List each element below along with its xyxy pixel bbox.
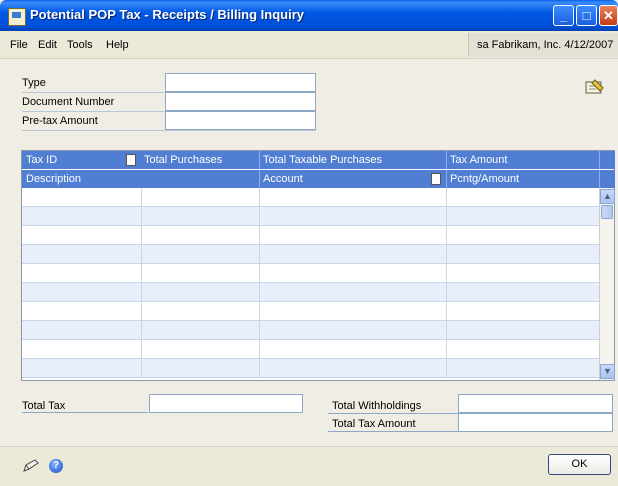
doc-icon[interactable] (431, 173, 441, 185)
pencil-icon[interactable] (22, 459, 40, 473)
total-tax-field[interactable] (149, 394, 303, 413)
column-divider (446, 170, 447, 188)
grid-header-row-2: Description Account Pcntg/Amount (22, 170, 599, 188)
cell-divider (141, 226, 142, 245)
cell-divider (259, 264, 260, 283)
table-row[interactable] (22, 302, 599, 321)
close-button[interactable]: ✕ (599, 5, 618, 26)
cell-divider (446, 188, 447, 207)
cell-divider (141, 302, 142, 321)
cell-divider (446, 340, 447, 359)
tax-grid: Tax ID Total Purchases Total Taxable Pur… (21, 150, 615, 381)
document-number-field[interactable] (165, 92, 316, 111)
inquiry-window: Potential POP Tax - Receipts / Billing I… (0, 0, 618, 486)
cell-divider (259, 359, 260, 378)
total-withholdings-field[interactable] (458, 394, 613, 413)
scroll-up-icon[interactable]: ▲ (600, 189, 615, 204)
title-bar[interactable]: Potential POP Tax - Receipts / Billing I… (0, 0, 618, 31)
grid-rows (22, 188, 599, 380)
grid-header-row-1: Tax ID Total Purchases Total Taxable Pur… (22, 151, 599, 169)
total-tax-label: Total Tax (22, 400, 66, 412)
user-info-text: sa Fabrikam, Inc. 4/12/2007 (477, 39, 614, 51)
table-row[interactable] (22, 226, 599, 245)
cell-divider (259, 340, 260, 359)
cell-divider (446, 283, 447, 302)
total-withholdings-label: Total Withholdings (332, 400, 422, 412)
cell-divider (446, 207, 447, 226)
scroll-thumb[interactable] (601, 205, 613, 219)
maximize-button[interactable]: □ (576, 5, 597, 26)
cell-divider (141, 245, 142, 264)
col-total-purchases[interactable]: Total Purchases (144, 154, 222, 166)
pretax-amount-field[interactable] (165, 111, 316, 130)
app-icon (8, 8, 26, 26)
minimize-button[interactable]: _ (553, 5, 574, 26)
col-account[interactable]: Account (263, 173, 303, 185)
table-row[interactable] (22, 207, 599, 226)
cell-divider (446, 321, 447, 340)
cell-divider (446, 359, 447, 378)
col-tax-id[interactable]: Tax ID (26, 154, 57, 166)
user-info-panel: sa Fabrikam, Inc. 4/12/2007 (468, 33, 618, 57)
col-tax-amount[interactable]: Tax Amount (450, 154, 507, 166)
cell-divider (446, 226, 447, 245)
table-row[interactable] (22, 340, 599, 359)
note-icon[interactable] (583, 79, 605, 95)
total-withholdings-underline (328, 413, 458, 414)
cell-divider (259, 226, 260, 245)
menu-help[interactable]: Help (106, 39, 129, 51)
col-total-taxable-purchases[interactable]: Total Taxable Purchases (263, 154, 382, 166)
grid-header-scroll-cell (599, 170, 615, 188)
type-field[interactable] (165, 73, 316, 92)
scroll-down-icon[interactable]: ▼ (600, 364, 615, 379)
total-tax-amount-underline (328, 431, 458, 432)
type-row: Type (22, 73, 316, 93)
pretax-amount-label: Pre-tax Amount (22, 115, 98, 127)
cell-divider (259, 283, 260, 302)
cell-divider (259, 302, 260, 321)
cell-divider (141, 340, 142, 359)
footer-bar (0, 446, 618, 486)
cell-divider (141, 359, 142, 378)
menu-tools[interactable]: Tools (67, 39, 93, 51)
cell-divider (141, 188, 142, 207)
cell-divider (141, 283, 142, 302)
table-row[interactable] (22, 321, 599, 340)
cell-divider (259, 188, 260, 207)
pretax-amount-row: Pre-tax Amount (22, 111, 316, 131)
cell-divider (141, 207, 142, 226)
cell-divider (259, 207, 260, 226)
menu-edit[interactable]: Edit (38, 39, 57, 51)
help-icon[interactable]: ? (49, 459, 63, 473)
col-description[interactable]: Description (26, 173, 81, 185)
cell-divider (141, 264, 142, 283)
menu-file[interactable]: File (10, 39, 28, 51)
document-number-label: Document Number (22, 96, 115, 108)
document-number-row: Document Number (22, 92, 316, 112)
table-row[interactable] (22, 245, 599, 264)
col-pcntg-amount[interactable]: Pcntg/Amount (450, 173, 519, 185)
total-tax-amount-field[interactable] (458, 413, 613, 432)
column-divider (259, 151, 260, 169)
ok-button[interactable]: OK (548, 454, 611, 475)
column-divider (259, 170, 260, 188)
type-label: Type (22, 77, 46, 89)
table-row[interactable] (22, 264, 599, 283)
column-divider (446, 151, 447, 169)
cell-divider (259, 245, 260, 264)
grid-scrollbar[interactable]: ▲ ▼ (599, 188, 615, 380)
table-row[interactable] (22, 359, 599, 378)
cell-divider (446, 245, 447, 264)
total-tax-amount-label: Total Tax Amount (332, 418, 416, 430)
cell-divider (446, 264, 447, 283)
grid-header-scroll-cell (599, 151, 615, 169)
table-row[interactable] (22, 188, 599, 207)
cell-divider (141, 321, 142, 340)
total-tax-underline (22, 412, 148, 413)
window-title: Potential POP Tax - Receipts / Billing I… (30, 7, 305, 22)
cell-divider (446, 302, 447, 321)
doc-icon[interactable] (126, 154, 136, 166)
table-row[interactable] (22, 283, 599, 302)
cell-divider (259, 321, 260, 340)
